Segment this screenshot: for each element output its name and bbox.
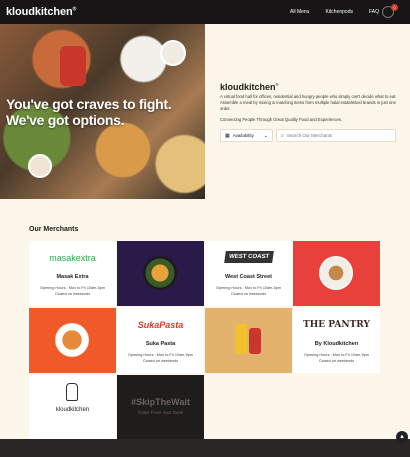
merchant-name: Masak Extra xyxy=(56,274,89,280)
merchant-card-image-3[interactable] xyxy=(29,308,116,373)
merchant-hours: Opening Hours : Mon to Fri 10am-5pm xyxy=(304,353,369,357)
merchant-card-the-pantry[interactable]: THE PANTRY By Kloudkitchen Opening Hours… xyxy=(293,308,380,373)
merchant-name: kloudkitchen xyxy=(55,407,90,413)
drink-can-graphic xyxy=(249,328,261,354)
merchant-card-masak-extra[interactable]: masakextra Masak Extra Opening Hours : M… xyxy=(29,241,116,306)
merchant-card-image-2[interactable] xyxy=(293,241,380,306)
hero-tagline: Connecting People Through Great Quality … xyxy=(220,117,343,122)
merchant-name: West Coast Street xyxy=(225,274,272,280)
merchant-closed: Closed on weekends xyxy=(318,359,355,363)
merchant-name: By Kloudkitchen xyxy=(314,341,359,347)
merchants-title: Our Merchants xyxy=(29,226,79,233)
merchant-name: Suka Pasta xyxy=(145,341,176,347)
hero-image: You've got craves to fight. We've got op… xyxy=(0,24,205,199)
search-box[interactable]: ⌕ xyxy=(276,129,396,142)
skip-the-wait-text: #SkipTheWait xyxy=(131,397,190,407)
merchant-hours: Opening Hours : Mon to Fri 10am-5pm xyxy=(40,286,105,290)
nav-links: All Menu Kitchenpods FAQ xyxy=(290,0,395,24)
bowl-graphic xyxy=(160,40,186,66)
brand-logo[interactable]: kloudkitchen® xyxy=(6,6,76,18)
merchant-card-skip-the-wait[interactable]: #SkipTheWait Order From Your Desk xyxy=(117,375,204,440)
cart-count-badge: 0 xyxy=(391,4,398,11)
hero-brand: kloudkitchen® xyxy=(220,82,279,92)
hero-description: A virtual food hall for offices, residen… xyxy=(220,94,397,111)
availability-label: Availability xyxy=(232,133,254,138)
hero-headline-1: You've got craves to fight. xyxy=(6,96,172,112)
merchant-closed: Closed on weekends xyxy=(54,292,91,296)
chef-hat-icon xyxy=(66,383,78,401)
top-nav: kloudkitchen® All Menu Kitchenpods FAQ 0 xyxy=(0,0,410,24)
availability-dropdown[interactable]: ▦ Availability ⌄ xyxy=(220,129,273,142)
food-plate-image xyxy=(143,256,177,290)
merchant-card-kloudkitchen[interactable]: kloudkitchen xyxy=(29,375,116,440)
search-icon: ⌕ xyxy=(281,132,284,139)
sauce-cup-graphic xyxy=(28,154,52,178)
merchant-card-suka-pasta[interactable]: SukaPasta Suka Pasta Opening Hours : Mon… xyxy=(117,308,204,373)
back-to-top-button[interactable]: ▲ xyxy=(396,431,408,443)
west-coast-logo: WEST COAST xyxy=(205,251,292,263)
merchant-card-image-1[interactable] xyxy=(117,241,204,306)
merchant-closed: Closed on weekends xyxy=(142,359,179,363)
masak-extra-logo: masakextra xyxy=(49,253,96,263)
hero-headline-2: We've got options. xyxy=(6,112,125,128)
footer-bar xyxy=(0,439,410,457)
drink-bottle-graphic xyxy=(235,324,247,354)
hero-panel: kloudkitchen® A virtual food hall for of… xyxy=(205,24,410,199)
merchant-hours: Opening Hours : Mon to Fri 10am-5pm xyxy=(128,353,193,357)
arrow-up-icon: ▲ xyxy=(399,434,405,440)
nav-link-faq[interactable]: FAQ xyxy=(369,9,379,15)
search-input[interactable] xyxy=(286,133,387,138)
suka-pasta-logo: SukaPasta xyxy=(137,320,184,330)
nav-link-all-menu[interactable]: All Menu xyxy=(290,9,309,15)
nav-link-kitchenpods[interactable]: Kitchenpods xyxy=(325,9,353,15)
chevron-down-icon: ⌄ xyxy=(263,132,268,139)
soda-can-graphic xyxy=(60,46,86,86)
merchant-card-west-coast[interactable]: WEST COAST West Coast Street Opening Hou… xyxy=(205,241,292,306)
food-plate-image xyxy=(55,323,89,357)
merchant-closed: Closed on weekends xyxy=(230,292,267,296)
merchant-card-image-4[interactable] xyxy=(205,308,292,373)
the-pantry-logo: THE PANTRY xyxy=(303,320,370,330)
calendar-icon: ▦ xyxy=(225,132,230,139)
merchant-hours: Opening Hours : Mon to Fri 10am-5pm xyxy=(216,286,281,290)
food-plate-image xyxy=(319,256,353,290)
order-from-desk-text: Order From Your Desk xyxy=(137,410,183,415)
